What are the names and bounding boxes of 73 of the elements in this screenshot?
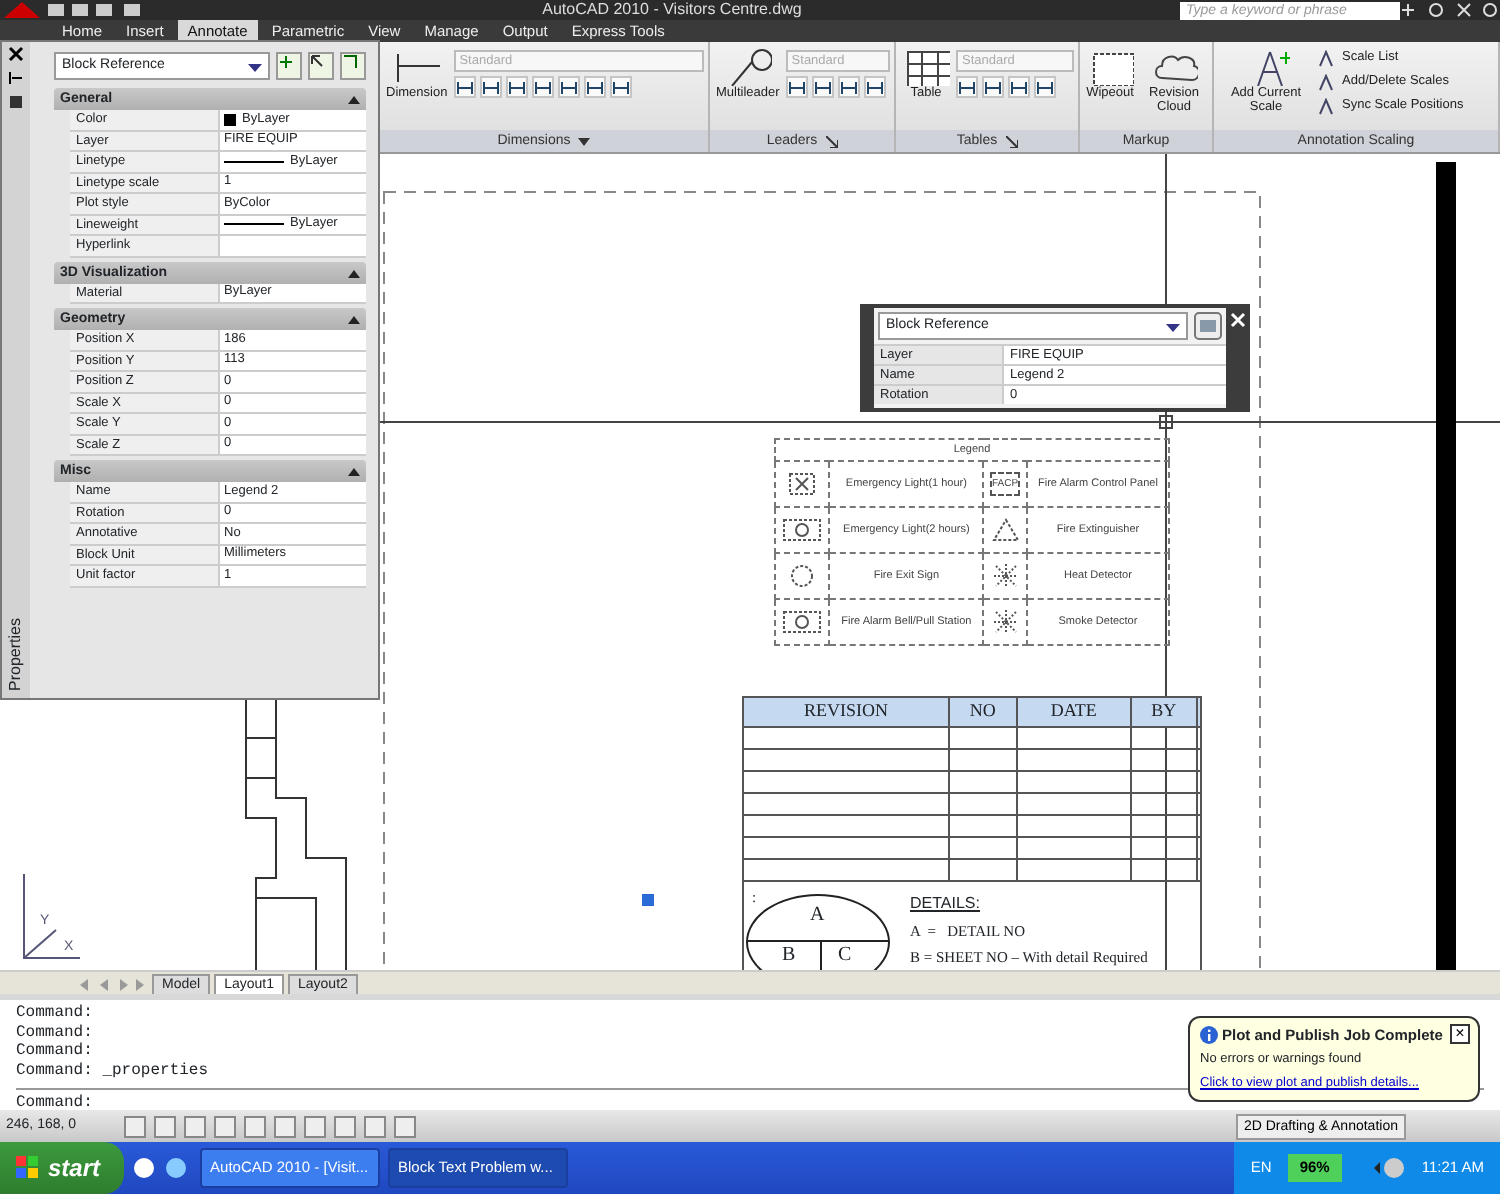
drafting-toggle-icon[interactable] [124,1115,146,1137]
column-header: DATE [1016,697,1132,726]
legend-symbol [991,610,1019,635]
linetype-preview [224,157,284,166]
drafting-toggle-icon[interactable] [214,1115,236,1137]
tool-icon[interactable] [609,76,632,98]
tool-icon[interactable] [453,76,476,98]
tool-icon[interactable] [505,76,528,98]
column-header: BY [1131,697,1197,726]
windows-flag-icon [16,1156,40,1180]
tool-icon[interactable] [863,76,886,98]
tool-icon[interactable] [479,76,502,98]
window-title: AutoCAD 2010 - Visitors Centre.dwg [540,2,804,18]
title-toolbar-icon[interactable] [1400,2,1500,18]
command-line: Command: [16,1023,93,1042]
dropdown-arrow-icon[interactable] [1166,319,1180,333]
tool-icon[interactable] [1034,76,1056,98]
tool-icon[interactable] [531,76,554,98]
details-heading: DETAILS: [910,892,980,916]
tool-icon[interactable] [956,76,978,98]
drafting-toggle-icon[interactable] [274,1115,296,1137]
command-line: Command: [16,1042,93,1061]
palette-menu-icon[interactable] [8,94,24,110]
legend-symbol [991,564,1019,589]
collapse-icon[interactable] [348,466,360,478]
drafting-toggle-icon[interactable] [394,1115,416,1137]
tool-icon[interactable] [1008,76,1030,98]
tool-icon[interactable] [785,76,808,98]
tool-icon[interactable] [557,76,580,98]
settings-icon[interactable] [1194,312,1222,340]
linetype-preview [224,220,284,229]
tool-icon[interactable] [837,76,860,98]
start-button[interactable]: start [0,1142,125,1194]
auto-hide-icon[interactable] [8,70,24,86]
bubble-letter: A [810,906,825,926]
command-line: Command: _properties [16,1061,209,1080]
tool-icon[interactable] [811,76,834,98]
collapse-icon[interactable] [348,267,360,279]
color-swatch-icon [224,113,236,126]
column-header: NO [949,697,1017,726]
drafting-toggle-icon[interactable] [304,1115,326,1137]
tool-icon[interactable] [583,76,606,98]
drafting-toggle-icon[interactable] [244,1115,266,1137]
close-icon[interactable] [8,46,24,62]
palette-title: Properties [4,617,26,690]
legend-symbol [788,472,817,497]
legend-symbol [782,610,823,635]
table-icon [902,46,950,86]
legend-symbol [782,518,823,543]
drafting-toggle-icon[interactable] [364,1115,386,1137]
drafting-toggle-icon[interactable] [334,1115,356,1137]
pointer-icon[interactable] [308,52,334,80]
corner-icon[interactable] [340,52,366,80]
close-button[interactable]: × [1450,1024,1470,1044]
dialog-launcher-icon[interactable] [1005,136,1018,148]
drafting-toggle-icon[interactable] [154,1115,176,1137]
legend-symbol [788,564,817,589]
collapse-icon[interactable] [348,314,360,326]
command-line: Command: [16,1004,93,1023]
tool-icon[interactable] [982,76,1004,98]
bubble-letter: C [838,946,852,966]
legend-symbol [991,518,1019,543]
collapse-icon[interactable] [348,94,360,106]
grip-handle[interactable] [642,894,654,906]
caret-icon[interactable] [578,136,591,148]
dropdown-arrow-icon[interactable] [248,59,262,73]
drafting-toggle-icon[interactable] [184,1115,206,1137]
bubble-letter: B [782,946,796,966]
column-header: REVISION [743,697,950,726]
plus-icon[interactable] [276,52,302,80]
dialog-launcher-icon[interactable] [825,136,838,148]
info-icon [1200,1026,1218,1045]
command-prompt[interactable]: Command: [16,1094,93,1113]
